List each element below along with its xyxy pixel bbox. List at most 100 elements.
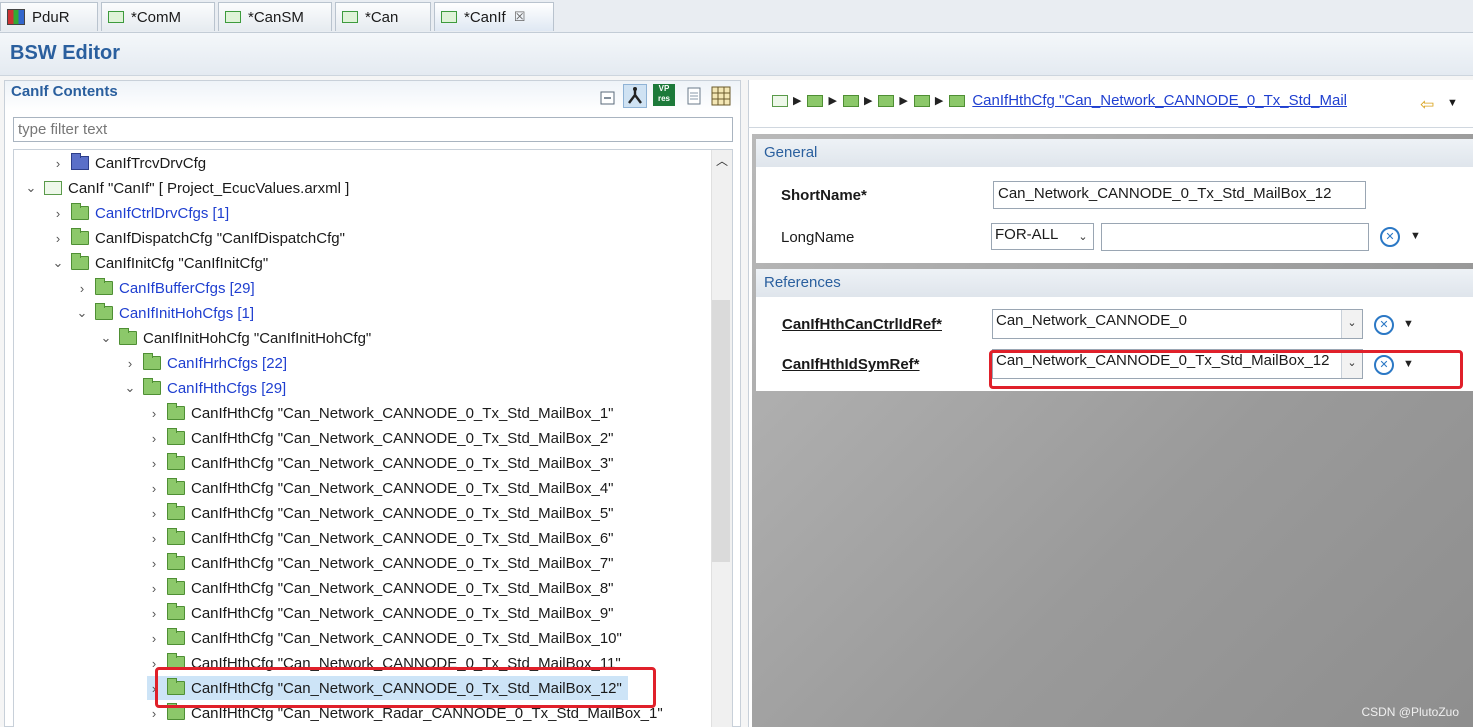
- chevron-right-icon[interactable]: ›: [147, 631, 161, 646]
- chevron-down-icon[interactable]: ⌄: [24, 180, 38, 196]
- tree-node[interactable]: › CanIfBufferCfgs [29]: [75, 276, 255, 300]
- tree-node[interactable]: › CanIfHthCfg "Can_Network_CANNODE_0_Tx_S…: [147, 501, 614, 525]
- tree-node[interactable]: › CanIfHthCfg "Can_Network_CANNODE_0_Tx_S…: [147, 401, 614, 425]
- chevron-right-icon[interactable]: ›: [147, 481, 161, 496]
- watermark: CSDN @PlutoZuo: [1361, 705, 1459, 719]
- chevron-right-icon[interactable]: ›: [123, 356, 137, 371]
- tree-node[interactable]: ⌄ CanIf "CanIf" [ Project_EcucValues.arxm…: [24, 176, 350, 200]
- chevron-right-icon[interactable]: ›: [75, 281, 89, 296]
- variant-res-icon[interactable]: VP res: [653, 84, 675, 106]
- collapse-all-icon[interactable]: [598, 88, 618, 108]
- folder-icon: [167, 403, 185, 420]
- sym-ref-label[interactable]: CanIfHthIdSymRef*: [782, 356, 920, 373]
- chevron-down-icon[interactable]: ▼: [1447, 97, 1458, 109]
- tree-node-label: CanIfHthCfg "Can_Network_CANNODE_0_Tx_St…: [191, 579, 614, 597]
- tree-node[interactable]: › CanIfHthCfg "Can_Network_CANNODE_0_Tx_S…: [147, 451, 614, 475]
- vp-label: VP: [658, 84, 670, 93]
- scroll-up-icon[interactable]: ︿: [716, 152, 728, 169]
- chevron-down-icon[interactable]: ⌄: [99, 330, 113, 346]
- tree-node[interactable]: › CanIfHthCfg "Can_Network_CANNODE_0_Tx_S…: [147, 601, 614, 625]
- chevron-right-icon[interactable]: ›: [147, 431, 161, 446]
- contents-title: CanIf Contents: [11, 83, 118, 100]
- document-icon[interactable]: [684, 86, 704, 106]
- table-view-icon[interactable]: [710, 85, 731, 106]
- tree-node[interactable]: ⌄ CanIfInitCfg "CanIfInitCfg": [51, 251, 268, 275]
- breadcrumb: ▶ ▶ ▶ ▶ ▶ CanIfHthCfg "Can_Network_CANNO…: [772, 92, 1347, 109]
- longname-language-value: FOR-ALL: [995, 226, 1059, 243]
- chevron-right-icon[interactable]: ›: [147, 556, 161, 571]
- tab-label: PduR: [32, 8, 70, 26]
- ctrl-ref-select[interactable]: Can_Network_CANNODE_0 ⌄: [992, 309, 1363, 339]
- tree-node[interactable]: › CanIfHthCfg "Can_Network_CANNODE_0_Tx_S…: [147, 551, 614, 575]
- chevron-right-icon: ▶: [934, 95, 944, 107]
- tree-node-label: CanIfTrcvDrvCfg: [95, 154, 207, 172]
- res-label: res: [657, 94, 670, 103]
- chevron-right-icon[interactable]: ›: [51, 156, 65, 171]
- chevron-right-icon[interactable]: ›: [147, 406, 161, 421]
- back-arrow-icon[interactable]: ⇦: [1420, 95, 1434, 115]
- longname-field[interactable]: [1101, 223, 1369, 251]
- tree-node[interactable]: › CanIfHthCfg "Can_Network_CANNODE_0_Tx_S…: [147, 526, 614, 550]
- frame-icon: [772, 94, 788, 107]
- chevron-right-icon[interactable]: ›: [147, 531, 161, 546]
- tab-canif[interactable]: *CanIf ☒: [434, 2, 554, 31]
- chevron-down-icon[interactable]: ⌄: [1341, 310, 1362, 338]
- folder-icon: [143, 353, 161, 370]
- section-header-references[interactable]: References: [756, 269, 1473, 297]
- section-header-general[interactable]: General: [756, 139, 1473, 167]
- tab-cansm[interactable]: *CanSM: [218, 2, 332, 31]
- tab-can[interactable]: *Can: [335, 2, 431, 31]
- chevron-down-icon[interactable]: ⌄: [51, 255, 65, 271]
- tree-node[interactable]: › CanIfHthCfg "Can_Network_CANNODE_0_Tx_S…: [147, 426, 614, 450]
- tree-node[interactable]: › CanIfDispatchCfg "CanIfDispatchCfg": [51, 226, 345, 250]
- chevron-right-icon[interactable]: ›: [147, 606, 161, 621]
- chevron-down-icon[interactable]: ⌄: [75, 305, 89, 321]
- link-with-editor-icon[interactable]: [623, 84, 647, 108]
- tree-node[interactable]: › CanIfHthCfg "Can_Network_CANNODE_0_Tx_S…: [147, 626, 622, 650]
- folder-icon: [71, 153, 89, 170]
- longname-language-select[interactable]: FOR-ALL ⌄: [991, 223, 1094, 250]
- tab-label: *CanSM: [248, 8, 304, 26]
- tree-node[interactable]: › CanIfCtrlDrvCfgs [1]: [51, 201, 229, 225]
- tree-node[interactable]: ⌄ CanIfHthCfgs [29]: [123, 376, 286, 400]
- tools-icon[interactable]: ✕: [1380, 227, 1400, 247]
- tree-node[interactable]: ⌄ CanIfInitHohCfgs [1]: [75, 301, 254, 325]
- highlight-box-tree: [155, 667, 656, 708]
- tree-node-label: CanIfHthCfg "Can_Network_CANNODE_0_Tx_St…: [191, 479, 614, 497]
- close-icon[interactable]: ☒: [514, 9, 526, 25]
- tree-node[interactable]: › CanIfTrcvDrvCfg: [51, 151, 206, 175]
- breadcrumb-link[interactable]: CanIfHthCfg "Can_Network_CANNODE_0_Tx_St…: [972, 92, 1347, 109]
- tree-node[interactable]: › CanIfHthCfg "Can_Network_CANNODE_0_Tx_S…: [147, 476, 614, 500]
- folder-icon[interactable]: [807, 94, 824, 107]
- pdur-module-icon: [7, 9, 25, 25]
- tree-node-label: CanIfHthCfg "Can_Network_CANNODE_0_Tx_St…: [191, 454, 614, 472]
- folder-icon[interactable]: [842, 94, 859, 107]
- folder-icon[interactable]: [949, 94, 966, 107]
- tab-pdur[interactable]: PduR: [0, 2, 98, 31]
- tree-node[interactable]: › CanIfHrhCfgs [22]: [123, 351, 287, 375]
- tree-scrollbar-thumb[interactable]: [712, 300, 730, 562]
- chevron-down-icon[interactable]: ▼: [1410, 230, 1421, 242]
- editor-title: BSW Editor: [10, 42, 120, 64]
- chevron-right-icon[interactable]: ›: [147, 581, 161, 596]
- ctrl-ref-label[interactable]: CanIfHthCanCtrlIdRef*: [782, 316, 942, 333]
- tools-icon[interactable]: ✕: [1374, 315, 1394, 335]
- tab-comm[interactable]: *ComM: [101, 2, 215, 31]
- chevron-down-icon[interactable]: ⌄: [1073, 224, 1093, 249]
- chevron-right-icon[interactable]: ›: [147, 456, 161, 471]
- chevron-right-icon[interactable]: ›: [51, 206, 65, 221]
- chevron-down-icon[interactable]: ⌄: [123, 380, 137, 396]
- folder-icon: [71, 253, 89, 270]
- folder-icon: [167, 628, 185, 645]
- folder-icon[interactable]: [878, 94, 895, 107]
- tree-node[interactable]: › CanIfHthCfg "Can_Network_CANNODE_0_Tx_S…: [147, 576, 614, 600]
- tree-node[interactable]: ⌄ CanIfInitHohCfg "CanIfInitHohCfg": [99, 326, 371, 350]
- module-frame-icon: [44, 181, 62, 195]
- chevron-down-icon[interactable]: ▼: [1403, 318, 1414, 330]
- chevron-right-icon[interactable]: ›: [51, 231, 65, 246]
- folder-icon[interactable]: [913, 94, 930, 107]
- filter-input[interactable]: type filter text: [13, 117, 733, 142]
- tree-node-label: CanIfInitHohCfg "CanIfInitHohCfg": [143, 329, 372, 347]
- chevron-right-icon[interactable]: ›: [147, 506, 161, 521]
- shortname-field[interactable]: Can_Network_CANNODE_0_Tx_Std_MailBox_12: [993, 181, 1366, 209]
